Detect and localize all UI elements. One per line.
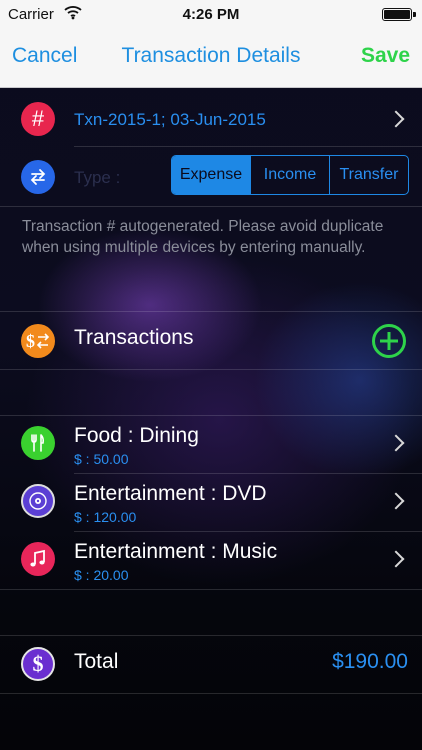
- segment-expense[interactable]: Expense: [172, 156, 250, 194]
- save-button[interactable]: Save: [361, 44, 410, 68]
- navigation-bar: Cancel Transaction Details Save: [0, 30, 422, 88]
- money-transfer-icon: $: [21, 324, 55, 358]
- transaction-id: Txn-2015-1; 03-Jun-2015: [74, 110, 266, 129]
- svg-text:$: $: [26, 331, 35, 351]
- type-segmented-control[interactable]: Expense Income Transfer: [171, 155, 409, 195]
- swap-arrows-icon: [21, 160, 55, 194]
- divider: [0, 206, 422, 207]
- battery-icon: [382, 8, 416, 21]
- total-label: Total: [74, 650, 119, 673]
- item-title: Food : Dining: [74, 424, 199, 447]
- segment-transfer[interactable]: Transfer: [329, 156, 408, 194]
- add-transaction-button[interactable]: [372, 324, 406, 358]
- disc-icon: [21, 484, 55, 518]
- segment-income[interactable]: Income: [250, 156, 329, 194]
- divider: [74, 473, 422, 474]
- chevron-right-icon: [387, 550, 405, 568]
- divider: [0, 589, 422, 590]
- page-title: Transaction Details: [121, 44, 301, 67]
- divider: [0, 311, 422, 312]
- status-bar: Carrier 4:26 PM: [0, 0, 422, 30]
- total-value: $190.00: [332, 650, 408, 673]
- chevron-right-icon: [387, 110, 405, 128]
- item-amount: $ : 120.00: [74, 509, 137, 525]
- autogenerated-note: Transaction # autogenerated. Please avoi…: [22, 218, 384, 256]
- divider: [0, 635, 422, 636]
- item-title: Entertainment : DVD: [74, 482, 267, 505]
- item-title: Entertainment : Music: [74, 540, 278, 563]
- item-amount: $ : 50.00: [74, 451, 129, 467]
- divider: [0, 369, 422, 370]
- music-note-icon: [21, 542, 55, 576]
- dollar-icon: $: [21, 647, 55, 681]
- divider: [0, 415, 422, 416]
- chevron-right-icon: [387, 434, 405, 452]
- divider: [0, 693, 422, 694]
- hash-icon: #: [21, 102, 55, 136]
- chevron-right-icon: [387, 492, 405, 510]
- section-title: Transactions: [74, 326, 194, 349]
- type-label: Type :: [74, 168, 121, 187]
- fork-knife-icon: [21, 426, 55, 460]
- item-amount: $ : 20.00: [74, 567, 129, 583]
- divider: [74, 531, 422, 532]
- clock-time: 4:26 PM: [182, 6, 240, 23]
- divider: [74, 146, 422, 147]
